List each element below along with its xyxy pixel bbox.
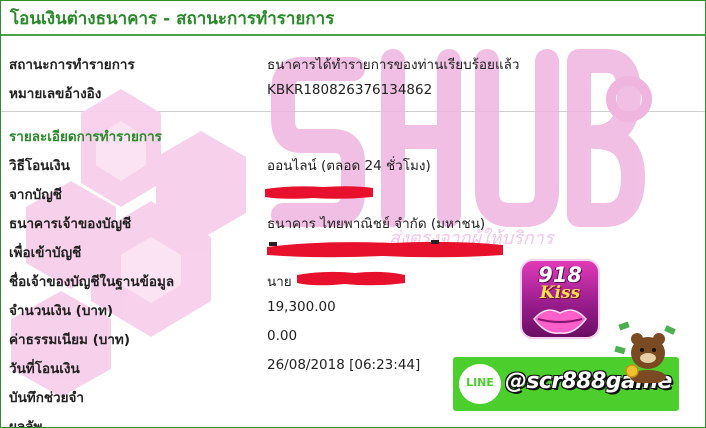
dest-bank-value: ธนาคาร ไทยพาณิชย์ จำกัด (มหาชน) bbox=[267, 216, 486, 232]
page-title: โอนเงินต่างธนาคาร - สถานะการทำรายการ bbox=[10, 9, 335, 29]
status-value: ธนาคารได้ทำรายการของท่านเรียบร้อยแล้ว bbox=[267, 57, 520, 73]
fee-value: 0.00 bbox=[267, 328, 298, 344]
from-account-label: จากบัญชี bbox=[9, 187, 62, 203]
dest-bank-label: ธนาคารเจ้าของบัญชี bbox=[9, 216, 132, 232]
fee-label: ค่าธรรมเนียม (บาท) bbox=[9, 332, 130, 348]
redacted-to-account bbox=[267, 240, 503, 258]
page-header: โอนเงินต่างธนาคาร - สถานะการทำรายการ bbox=[1, 1, 705, 36]
to-account-label: เพื่อเข้าบัญชี bbox=[9, 245, 82, 261]
amount-label: จำนวนเงิน (บาท) bbox=[9, 303, 114, 319]
next-row-label-cropped: ผลลัพ bbox=[9, 419, 43, 428]
details-section-title: รายละเอียดการทำรายการ bbox=[9, 129, 162, 145]
redacted-from-account bbox=[265, 186, 373, 199]
amount-value: 19,300.00 bbox=[267, 299, 336, 315]
date-value: 26/08/2018 [06:23:44] bbox=[267, 357, 421, 373]
reference-value: KBKR180826376134862 bbox=[267, 82, 433, 98]
method-label: วิธีโอนเงิน bbox=[9, 158, 70, 174]
account-name-label: ชื่อเจ้าของบัญชีในฐานข้อมูล bbox=[9, 274, 175, 290]
bear-mascot-icon bbox=[614, 321, 676, 383]
reference-label: หมายเลขอ้างอิง bbox=[9, 86, 102, 102]
line-logo-icon: LINE bbox=[459, 364, 501, 404]
918kiss-badge: 918 Kiss bbox=[520, 259, 600, 339]
method-value: ออนไลน์ (ตลอด 24 ชั่วโมง) bbox=[267, 158, 431, 174]
redacted-account-name bbox=[297, 271, 405, 286]
date-label: วันที่โอนเงิน bbox=[9, 361, 80, 377]
badge-name: Kiss bbox=[539, 283, 581, 303]
account-name-prefix: นาย bbox=[267, 274, 292, 290]
section-divider bbox=[1, 111, 705, 112]
status-label: สถานะการทำรายการ bbox=[9, 57, 135, 73]
kiss-lips-icon bbox=[533, 309, 587, 334]
memo-label: บันทึกช่วยจำ bbox=[9, 390, 85, 406]
transfer-status-panel: ส่งตรงจากผู้ให้บริการ โอนเงินต่างธนาคาร … bbox=[0, 0, 706, 428]
